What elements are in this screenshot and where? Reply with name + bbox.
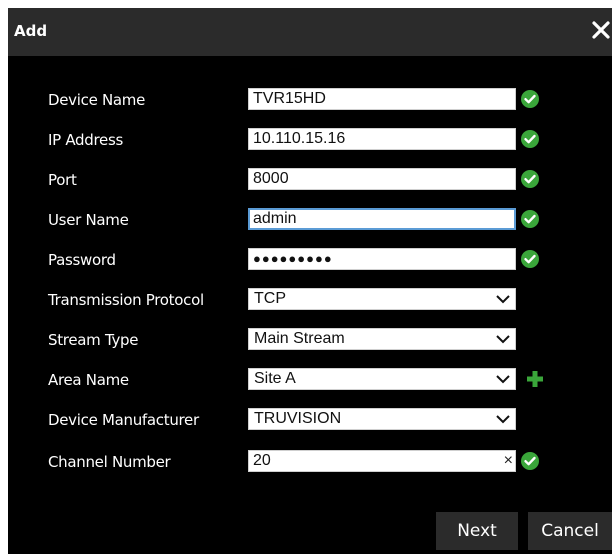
check-icon [521,210,539,228]
row-device-manufacturer: Device Manufacturer TRUVISION [8,408,612,434]
row-channel-number: Channel Number 20 × [8,450,612,476]
chevron-down-icon [496,375,510,384]
cancel-button[interactable]: Cancel [528,512,612,550]
user-name-input[interactable]: admin [248,208,516,230]
row-user-name: User Name admin [8,208,612,234]
stream-type-select[interactable]: Main Stream [248,328,516,350]
check-icon [521,170,539,188]
check-icon [521,130,539,148]
clear-icon[interactable]: × [504,451,513,471]
user-name-label: User Name [48,211,129,229]
row-area-name: Area Name Site A [8,368,612,394]
port-input[interactable]: 8000 [248,168,516,190]
transmission-protocol-select[interactable]: TCP [248,288,516,310]
device-name-label: Device Name [48,91,146,109]
add-area-icon[interactable] [526,370,544,388]
close-icon[interactable] [590,18,612,44]
row-stream-type: Stream Type Main Stream [8,328,612,354]
row-password: Password ●●●●●●●●● [8,248,612,274]
check-icon [521,452,539,470]
ip-address-input[interactable]: 10.110.15.16 [248,128,516,150]
add-device-dialog: Add Device Name TVR15HD IP Address 10.11… [8,8,612,554]
password-label: Password [48,251,116,269]
port-label: Port [48,171,77,189]
area-name-select[interactable]: Site A [248,368,516,390]
dialog-title: Add [14,22,48,40]
row-transmission-protocol: Transmission Protocol TCP [8,288,612,314]
ip-address-label: IP Address [48,131,123,149]
device-name-input[interactable]: TVR15HD [248,88,516,110]
channel-number-input[interactable]: 20 × [248,450,516,472]
check-icon [521,250,539,268]
next-button[interactable]: Next [436,512,518,550]
chevron-down-icon [496,415,510,424]
area-name-label: Area Name [48,371,129,389]
device-manufacturer-select[interactable]: TRUVISION [248,408,516,430]
check-icon [521,90,539,108]
channel-number-value: 20 [253,452,271,469]
password-input[interactable]: ●●●●●●●●● [248,248,516,270]
stream-type-label: Stream Type [48,331,139,349]
row-device-name: Device Name TVR15HD [8,88,612,114]
dialog-titlebar: Add [8,8,612,56]
area-name-value: Site A [254,370,296,387]
transmission-protocol-label: Transmission Protocol [48,291,204,309]
row-ip-address: IP Address 10.110.15.16 [8,128,612,154]
chevron-down-icon [496,295,510,304]
transmission-protocol-value: TCP [254,290,286,307]
row-port: Port 8000 [8,168,612,194]
device-manufacturer-label: Device Manufacturer [48,411,199,429]
device-manufacturer-value: TRUVISION [254,410,342,427]
channel-number-label: Channel Number [48,453,171,471]
chevron-down-icon [496,335,510,344]
stream-type-value: Main Stream [254,330,345,347]
